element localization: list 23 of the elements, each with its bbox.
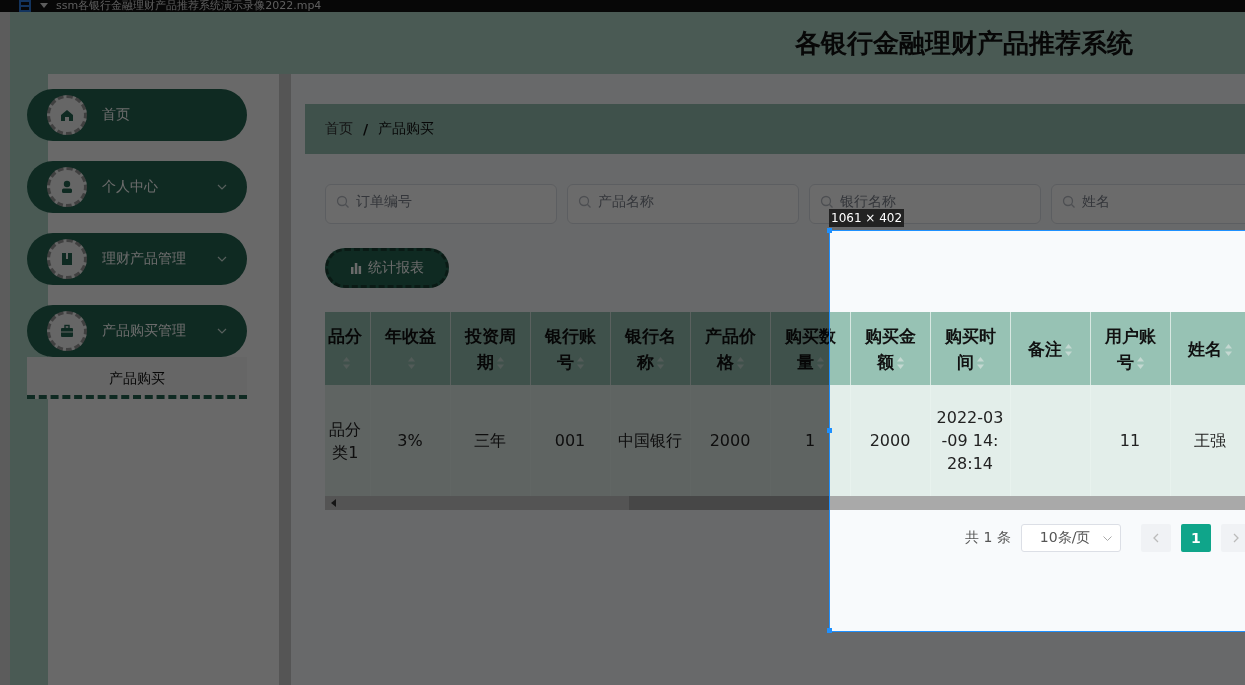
chevron-down-icon: [1102, 535, 1112, 541]
table-cell: 11: [1090, 385, 1170, 496]
total-count: 共 1 条: [965, 529, 1011, 547]
resize-handle[interactable]: [827, 428, 832, 433]
breadcrumb-separator: /: [363, 121, 369, 137]
page-size-select[interactable]: 10条/页: [1020, 524, 1121, 552]
column-header[interactable]: 购买时间: [930, 312, 1010, 385]
table-cell: 2000: [850, 385, 930, 496]
next-page-button[interactable]: [1220, 524, 1245, 552]
chevron-left-icon: [1152, 533, 1159, 543]
column-header[interactable]: 购买金额: [850, 312, 930, 385]
resize-handle[interactable]: [827, 628, 832, 633]
column-header[interactable]: 姓名: [1170, 312, 1245, 385]
prev-page-button[interactable]: [1140, 524, 1171, 552]
table-cell: 王强: [1170, 385, 1245, 496]
table-cell: 2022-03-09 14:28:14: [930, 385, 1010, 496]
column-header[interactable]: 备注: [1010, 312, 1090, 385]
app-title: 各银行金融理财产品推荐系统: [795, 26, 1133, 60]
capture-size-label: 1061 × 402: [829, 209, 905, 227]
resize-handle[interactable]: [827, 228, 832, 233]
column-header[interactable]: 用户账号: [1090, 312, 1170, 385]
video-title: ssm各银行金融理财产品推荐系统演示录像2022.mp4: [56, 0, 322, 12]
chevron-right-icon: [1232, 533, 1239, 543]
